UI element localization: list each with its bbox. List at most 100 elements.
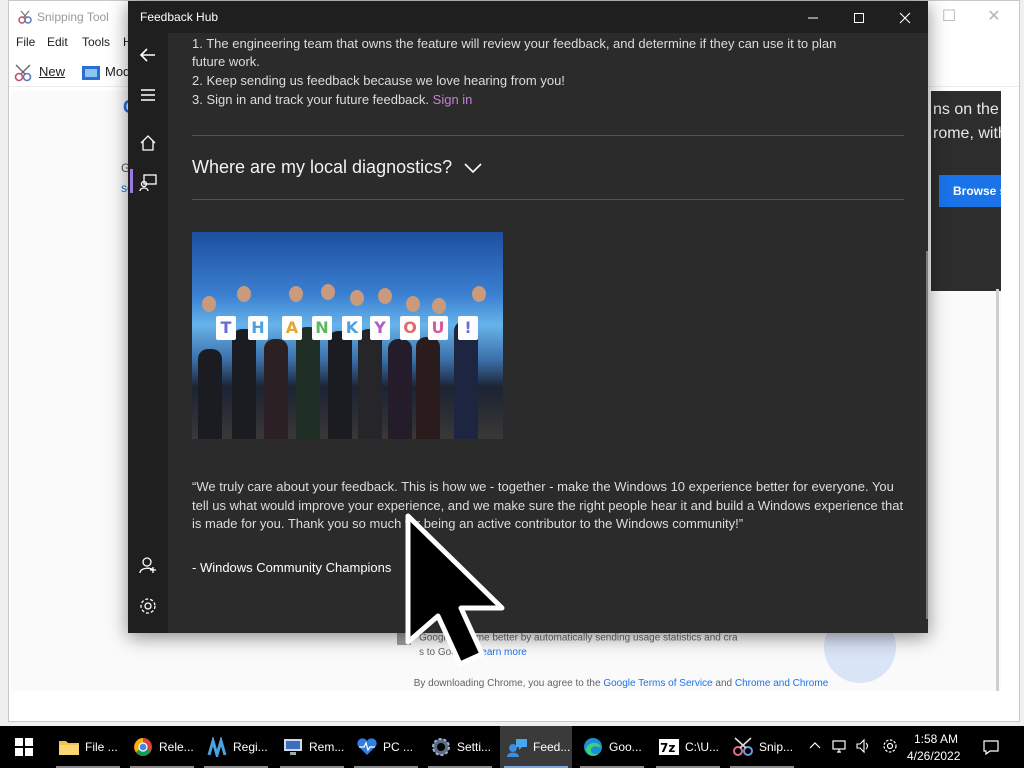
taskbar-settings[interactable]: Setti... <box>424 726 496 768</box>
close-icon <box>899 12 911 24</box>
hamburger-menu-icon[interactable] <box>138 85 158 105</box>
diagnostics-heading: Where are my local diagnostics? <box>192 157 453 177</box>
registry-icon <box>207 737 227 757</box>
section-divider-bottom <box>192 199 904 200</box>
diagnostics-expander[interactable]: Where are my local diagnostics? <box>192 157 483 178</box>
step-3-row: 3. Sign in and track your future feedbac… <box>192 91 472 109</box>
back-arrow-icon[interactable] <box>138 45 158 65</box>
sign-letter: U <box>428 316 448 340</box>
sign-in-link[interactable]: Sign in <box>433 92 473 107</box>
taskbar-label: Snip... <box>759 740 794 754</box>
home-icon[interactable] <box>138 133 158 153</box>
7zip-icon: 7z <box>659 739 679 755</box>
step-1-text: 1. The engineering team that owns the fe… <box>192 36 837 51</box>
taskbar-feedback-hub[interactable]: Feed... <box>500 726 572 768</box>
folder-icon <box>59 741 79 755</box>
person-figure <box>388 339 412 439</box>
network-icon[interactable] <box>830 738 848 756</box>
person-figure <box>416 337 440 439</box>
person-head <box>432 298 446 314</box>
section-divider-top <box>192 135 904 136</box>
sign-letter: Y <box>370 316 390 340</box>
rectangle-snip-icon <box>82 65 100 80</box>
community-quote: “We truly care about your feedback. This… <box>192 479 904 531</box>
minimize-icon <box>808 17 818 19</box>
taskbar-pc-health[interactable]: PC ... <box>350 726 422 768</box>
taskbar: File ... Rele... Regi... Rem... PC ... S… <box>0 726 1024 768</box>
menu-edit[interactable]: Edit <box>47 35 68 49</box>
pc-health-icon <box>357 738 377 755</box>
taskbar-chrome[interactable]: Rele... <box>126 726 198 768</box>
start-button[interactable] <box>0 726 48 768</box>
account-icon[interactable] <box>138 555 158 575</box>
new-snip-label: New <box>39 64 66 79</box>
taskbar-7zip[interactable]: 7z C:\U... <box>652 726 724 768</box>
scissors-icon <box>14 64 32 81</box>
sign-letter: H <box>248 316 268 340</box>
maximize-icon <box>854 13 864 24</box>
content-scrollbar[interactable] <box>926 251 928 619</box>
chrome-terms: By downloading Chrome, you agree to the … <box>411 677 831 691</box>
taskbar-label: Rem... <box>309 740 345 754</box>
taskbar-label: Rele... <box>159 740 194 754</box>
quote-signature: - Windows Community Champions <box>192 560 392 575</box>
vertical-scrollbar[interactable] <box>996 289 999 691</box>
mode-label: Mod <box>105 64 131 79</box>
feedback-icon[interactable] <box>138 173 158 193</box>
person-head <box>378 288 392 304</box>
person-figure <box>232 329 256 439</box>
person-figure <box>198 349 222 439</box>
person-figure <box>328 331 352 439</box>
step-1-text-cont: future work. <box>192 54 260 69</box>
taskbar-label: Feed... <box>533 740 571 754</box>
step-3-text: 3. Sign in and track your future feedbac… <box>192 92 430 107</box>
taskbar-label: PC ... <box>383 740 414 754</box>
feedback-hub-title: Feedback Hub <box>140 10 219 24</box>
chrome-icon <box>134 738 152 756</box>
taskbar-registry[interactable]: Regi... <box>200 726 272 768</box>
clock-date[interactable]: 4/26/2022 <box>907 749 960 763</box>
taskbar-snipping-tool[interactable]: Snip... <box>726 726 798 768</box>
feedback-hub-window: Feedback Hub 1. The engineering team tha… <box>128 1 928 633</box>
snipping-tool-icon <box>733 737 753 756</box>
thank-you-photo: T H A N K Y O U ! <box>192 232 503 439</box>
mode-button[interactable]: Mod <box>81 63 130 81</box>
menu-file[interactable]: File <box>16 35 35 49</box>
snip-maximize-button[interactable]: ☐ <box>939 7 959 27</box>
maximize-button[interactable] <box>836 1 882 33</box>
notification-center-icon[interactable] <box>982 738 1000 756</box>
tray-settings-gear-icon[interactable] <box>881 738 899 756</box>
chrome-banner-text-1: ns on the <box>933 101 999 118</box>
chevron-down-icon <box>464 163 482 174</box>
mouse-cursor-icon <box>405 513 505 667</box>
taskbar-file-explorer[interactable]: File ... <box>52 726 124 768</box>
close-button[interactable] <box>882 1 928 33</box>
volume-icon[interactable] <box>854 738 872 756</box>
sign-letter: A <box>282 316 302 340</box>
person-figure <box>264 339 288 439</box>
sign-letter: K <box>342 316 362 340</box>
browse-button[interactable]: Browse s <box>939 175 1001 207</box>
windows-logo-icon <box>15 738 33 756</box>
taskbar-label: File ... <box>85 740 118 754</box>
taskbar-remote-desktop[interactable]: Rem... <box>276 726 348 768</box>
snipping-tool-title: Snipping Tool <box>37 10 109 24</box>
snip-close-button[interactable]: ✕ <box>984 7 1004 27</box>
settings-icon <box>432 738 450 756</box>
new-snip-button[interactable]: New <box>13 63 65 81</box>
sign-letter: O <box>400 316 420 340</box>
remote-desktop-icon <box>284 739 302 755</box>
clock-time[interactable]: 1:58 AM <box>914 732 958 746</box>
taskbar-label: Regi... <box>233 740 268 754</box>
person-figure <box>296 327 320 439</box>
menu-tools[interactable]: Tools <box>82 35 110 49</box>
settings-gear-icon[interactable] <box>138 596 158 616</box>
edge-icon <box>584 738 602 756</box>
show-hidden-icons-chevron-up-icon[interactable] <box>806 738 824 756</box>
feedback-hub-titlebar: Feedback Hub <box>128 1 928 33</box>
person-head <box>406 296 420 312</box>
google-terms-link[interactable]: Google Terms of Service <box>603 678 712 689</box>
taskbar-edge[interactable]: Goo... <box>576 726 648 768</box>
minimize-button[interactable] <box>790 1 836 33</box>
step-2-text: 2. Keep sending us feedback because we l… <box>192 73 565 88</box>
